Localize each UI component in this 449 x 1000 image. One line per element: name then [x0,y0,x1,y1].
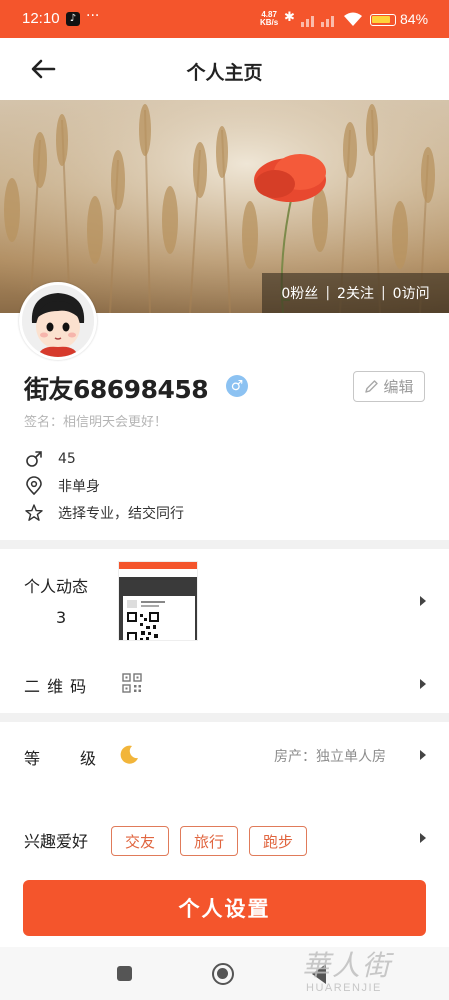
pencil-icon [365,380,379,393]
hobby-tag[interactable]: 交友 [111,826,169,856]
bluetooth-icon: ✱ [284,10,295,25]
wifi-icon [344,12,362,26]
status-time: 12:10 [22,10,60,27]
section-divider [0,540,449,549]
signal-icon [301,16,334,27]
male-icon [26,451,42,467]
edit-profile-button[interactable]: 编辑 [353,371,425,402]
qr-code-icon [122,673,142,693]
chevron-right-icon [420,596,426,606]
battery-percent: 84% [400,11,429,27]
qr-post-image [119,562,197,640]
qr-code-row[interactable]: 二 维 码 [0,655,449,713]
fans-count[interactable]: 0粉丝 [281,283,318,303]
username: 街友68698458 [24,375,209,404]
top-app-bar: 个人主页 [0,38,449,100]
tiktok-icon: ♪ [66,12,80,26]
dynamics-count: 3 [56,608,67,627]
dynamics-thumbnail[interactable] [118,561,198,641]
location-icon [26,476,42,496]
star-outline-icon [25,504,43,521]
hobby-tag[interactable]: 跑步 [249,826,307,856]
following-count[interactable]: 2关注 [337,283,374,303]
info-row-age: 45 [24,449,76,469]
page-title: 个人主页 [186,62,263,84]
edit-label: 编辑 [383,378,414,396]
more-notifications-icon: ··· [86,8,100,24]
cover-banner: 0粉丝 | 2关注 | 0访问 [0,100,449,313]
watermark-text-cn: 華人街 [302,949,393,982]
stats-separator: | [325,285,331,301]
network-speed: 4.87 KB/s [260,11,278,27]
male-badge-icon: ♂ [226,375,248,397]
cartoon-avatar-image [22,285,94,357]
battery-icon [370,14,396,26]
house-status: 房产：独立单人房 [274,749,386,765]
chevron-right-icon [420,833,426,843]
moon-icon [120,745,138,764]
signature-text: 签名：相信明天会更好！ [24,415,168,430]
status-bar: 12:10 ♪ ··· 4.87 KB/s ✱ 84% [0,0,449,38]
info-row-relationship: 非单身 [24,476,100,496]
watermark-logo: 華人街 HUARENJIE [296,944,446,998]
relationship-status: 非单身 [58,479,100,495]
hobby-tag[interactable]: 旅行 [180,826,238,856]
profession-prompt: 选择专业，结交同行 [58,506,184,522]
home-button[interactable] [212,963,234,985]
profile-stats: 0粉丝 | 2关注 | 0访问 [262,273,449,313]
avatar[interactable] [19,282,97,360]
dynamics-label: 个人动态 [24,577,89,596]
dynamics-row[interactable]: 个人动态 3 [0,549,449,655]
age-value: 45 [58,451,76,467]
chevron-right-icon [420,750,426,760]
network-speed-unit: KB/s [260,18,279,27]
personal-settings-button[interactable]: 个人设置 [23,880,426,936]
level-label-second: 级 [80,749,97,768]
info-row-profession[interactable]: 选择专业，结交同行 [24,503,184,523]
visits-count[interactable]: 0访问 [393,283,430,303]
level-label-first: 等 [24,749,41,768]
chevron-right-icon [420,679,426,689]
section-divider [0,713,449,722]
watermark-text-en: HUARENJIE [306,982,382,994]
hobbies-label: 兴趣爱好 [24,832,89,851]
recents-button[interactable] [117,966,132,981]
qr-code-label: 二 维 码 [24,677,88,696]
stats-separator: | [380,285,386,301]
level-row[interactable]: 等 级 房产：独立单人房 [0,722,449,788]
